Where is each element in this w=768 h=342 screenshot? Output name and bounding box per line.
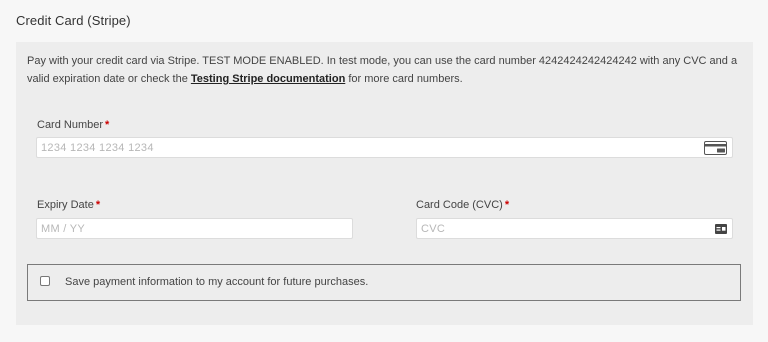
payment-description: Pay with your credit card via Stripe. TE…: [27, 52, 747, 88]
cvc-placeholder: CVC: [421, 223, 446, 235]
required-marker: *: [95, 199, 101, 211]
required-marker: *: [105, 119, 110, 131]
expiry-date-placeholder: MM / YY: [41, 223, 86, 235]
card-number-placeholder: 1234 1234 1234 1234: [41, 142, 154, 154]
expiry-date-label: Expiry Date *: [37, 199, 100, 211]
credit-card-icon: [704, 141, 727, 155]
cvc-label-text: Card Code (CVC): [416, 199, 503, 211]
expiry-date-label-text: Expiry Date: [37, 199, 94, 211]
testing-stripe-documentation-link[interactable]: Testing Stripe documentation: [191, 73, 345, 85]
cvc-label: Card Code (CVC) *: [416, 199, 509, 211]
required-marker: *: [504, 199, 510, 211]
description-text-end: for more card numbers.: [345, 73, 463, 85]
save-payment-label[interactable]: Save payment information to my account f…: [65, 276, 368, 288]
card-number-input[interactable]: 1234 1234 1234 1234: [36, 137, 733, 158]
cvc-card-icon: [715, 224, 727, 234]
save-payment-box: Save payment information to my account f…: [27, 264, 741, 301]
section-title: Credit Card (Stripe): [16, 13, 131, 28]
stripe-payment-box: Pay with your credit card via Stripe. TE…: [16, 42, 753, 325]
card-number-label-text: Card Number: [37, 119, 104, 131]
expiry-date-input[interactable]: MM / YY: [36, 218, 353, 239]
cvc-input[interactable]: CVC: [416, 218, 733, 239]
card-number-label: Card Number *: [37, 119, 109, 131]
save-payment-checkbox[interactable]: [40, 276, 50, 286]
